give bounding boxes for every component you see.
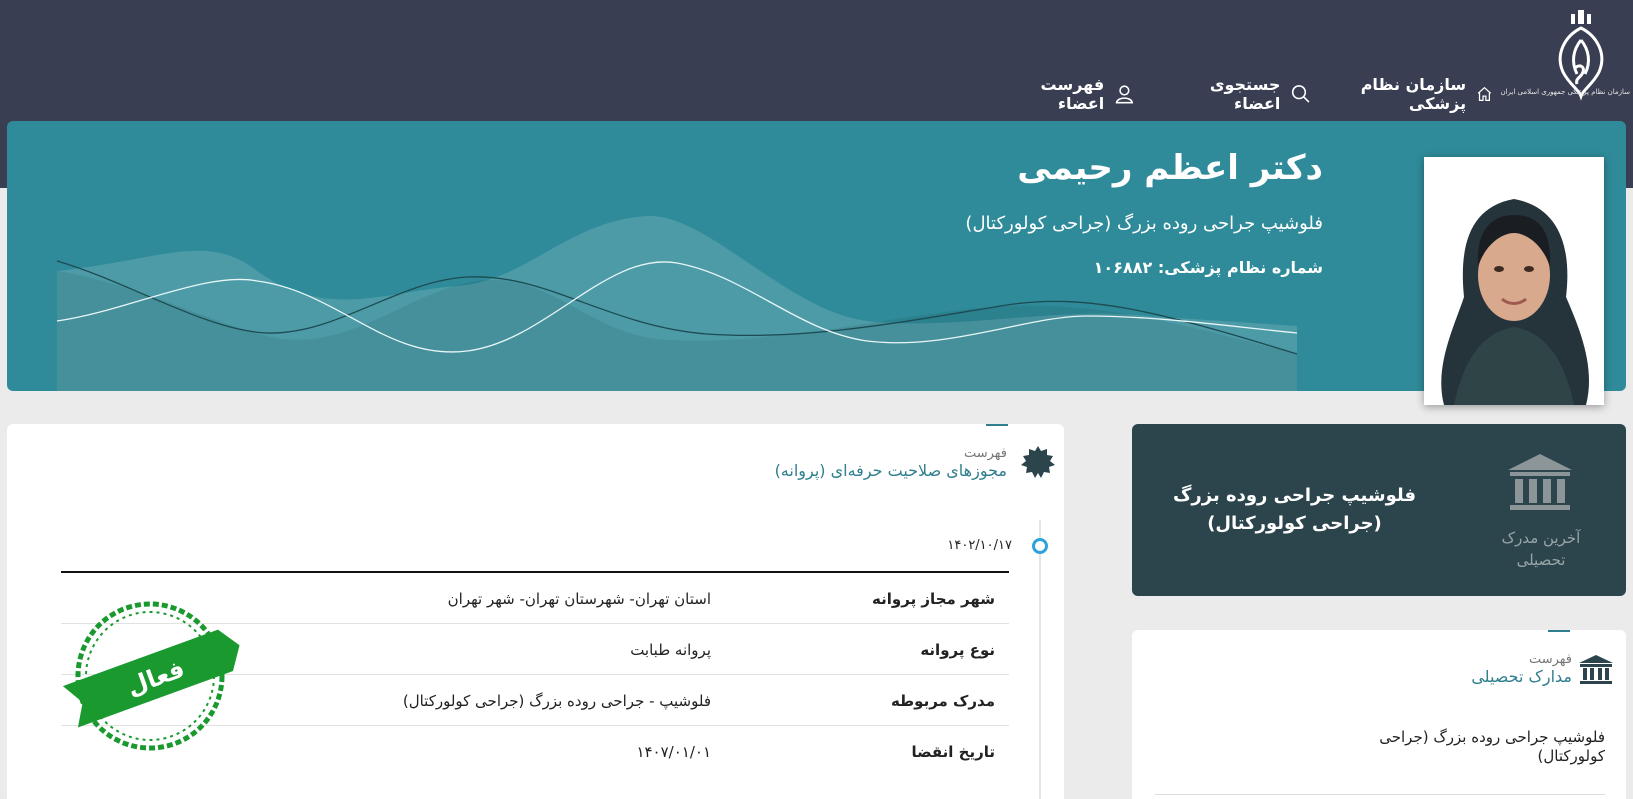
- section-subtitle: فهرست: [1528, 652, 1572, 667]
- last-degree-label: آخرین مدرک تحصیلی: [1501, 529, 1581, 569]
- nav-label-search: جستجوی اعضاء: [1209, 75, 1281, 113]
- last-degree-title: فلوشیپ جراحی روده بزرگ (جراحی کولورکتال): [1172, 485, 1416, 534]
- home-icon: [1477, 86, 1492, 101]
- timeline-line: [1039, 520, 1041, 799]
- wave-decoration: [56, 215, 1298, 391]
- doctor-name: دکتر اعظم رحیمی: [1017, 148, 1323, 188]
- doctor-specialty: فلوشیپ جراحی روده بزرگ (جراحی کولورکتال): [965, 213, 1323, 234]
- profile-banner: [7, 121, 1626, 391]
- institution-small-icon: [1579, 655, 1613, 684]
- row-value: پروانه طبابت: [630, 641, 711, 659]
- row-value: ۱۴۰۷/۰۱/۰۱: [636, 743, 711, 761]
- nav-item-home[interactable]: سازمان نظام پزشکی: [1337, 75, 1493, 113]
- row-value: فلوشیپ - جراحی روده بزرگ (جراحی کولورکتا…: [402, 692, 711, 710]
- institution-icon: [1508, 454, 1572, 510]
- medical-council-number: شماره نظام پزشکی: ۱۰۶۸۸۲: [1093, 258, 1323, 277]
- section-title: مدارک تحصیلی: [1471, 667, 1572, 686]
- card-tab-marker: [986, 424, 1008, 426]
- nav-label-home: سازمان نظام پزشکی: [1360, 75, 1467, 113]
- active-status-stamp: فعال: [62, 601, 240, 751]
- row-key: نوع پروانه: [920, 641, 995, 659]
- nav-item-members-list[interactable]: فهرست اعضاء: [995, 75, 1135, 113]
- row-value: استان تهران- شهرستان تهران- شهر تهران: [447, 590, 711, 608]
- doctor-photo: [1424, 157, 1604, 405]
- row-key: تاریخ انقضا: [911, 743, 995, 761]
- card-tab-marker: [1548, 630, 1570, 632]
- user-icon: [1115, 85, 1134, 104]
- logo-caption: سازمان نظام پزشکی جمهوری اسلامی ایران: [1500, 88, 1630, 96]
- timeline-dot: [1032, 538, 1048, 554]
- nav-item-search-members[interactable]: جستجوی اعضاء: [1160, 75, 1312, 113]
- row-key: شهر مجاز پروانه: [872, 590, 995, 608]
- license-date: ۱۴۰۲/۱۰/۱۷: [947, 538, 1012, 553]
- licenses-section-header: فهرست مجوزهای صلاحیت حرفه‌ای (پروانه): [707, 446, 1007, 480]
- education-item: فلوشیپ جراحی روده بزرگ (جراحی کولورکتال): [1379, 728, 1605, 765]
- section-subtitle: فهرست: [963, 446, 1007, 461]
- row-key: مدرک مربوطه: [890, 692, 995, 710]
- education-divider: [1155, 794, 1605, 795]
- nav-label-members: فهرست اعضاء: [1040, 75, 1105, 113]
- search-icon: [1292, 85, 1310, 103]
- certificate-seal-icon: [1021, 446, 1055, 478]
- education-section-header: فهرست مدارک تحصیلی: [1372, 652, 1572, 686]
- section-title: مجوزهای صلاحیت حرفه‌ای (پروانه): [774, 461, 1007, 480]
